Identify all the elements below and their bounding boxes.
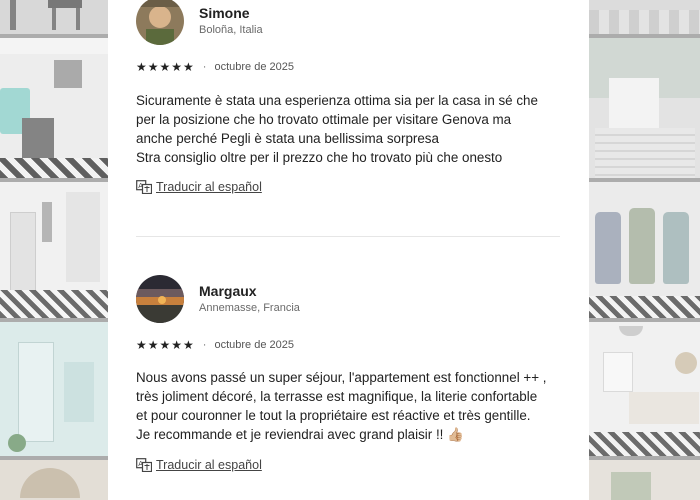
reviews-panel[interactable]: Simone Boloña, Italia ★★★★★ · octubre de… [108, 0, 589, 500]
reviewer-location: Annemasse, Francia [199, 302, 300, 314]
review-text-line: Stra consiglio oltre per il prezzo che h… [136, 150, 503, 165]
translate-icon: A [136, 180, 152, 194]
review-date: octubre de 2025 [214, 339, 294, 351]
translate-icon: A [136, 458, 152, 472]
avatar [136, 0, 184, 45]
translate-button[interactable]: A Traducir al español [136, 180, 262, 194]
reviewer-name: Simone [199, 5, 250, 21]
reviewer-location: Boloña, Italia [199, 24, 263, 36]
review-text-line: Nous avons passé un super séjour, l'appa… [136, 370, 547, 385]
review-text-line: et pour couronner le tout la propriétair… [136, 408, 531, 423]
separator: · [202, 61, 207, 73]
gallery-photo-toiletries [589, 182, 700, 318]
review-meta: ★★★★★ · octubre de 2025 [136, 338, 294, 352]
gallery-photo-staircase-top [589, 0, 700, 34]
gallery-photo-decor [0, 460, 108, 500]
gallery-photo-terrace-stairs [589, 38, 700, 178]
gallery-photo-hallway [0, 182, 108, 318]
reviewer-name: Margaux [199, 283, 257, 299]
translate-button[interactable]: A Traducir al español [136, 458, 262, 472]
review-date: octubre de 2025 [214, 61, 294, 73]
review-text: Sicuramente è stata una esperienza ottim… [136, 91, 566, 167]
star-icon: ★★★★★ [136, 60, 195, 74]
separator: · [202, 339, 207, 351]
review-text-line: Sicuramente è stata una esperienza ottim… [136, 93, 538, 108]
review-text-line: très joliment décoré, la terrasse est ma… [136, 389, 538, 404]
review-text: Nous avons passé un super séjour, l'appa… [136, 368, 566, 444]
translate-label: Traducir al español [156, 180, 262, 194]
review-text-line: anche perché Pegli è stata una bellissim… [136, 131, 439, 146]
gallery-photo-kitchen-chairs [0, 0, 108, 34]
review-text-line: Je recommande et je reviendrai avec gran… [136, 427, 464, 442]
star-icon: ★★★★★ [136, 338, 195, 352]
review-meta: ★★★★★ · octubre de 2025 [136, 60, 294, 74]
gallery-photo-bedroom [589, 322, 700, 456]
review-text-line: per la posizione che ho trovato ottimale… [136, 112, 512, 127]
avatar [136, 275, 184, 323]
translate-label: Traducir al español [156, 458, 262, 472]
gallery-photo-kitchen [0, 38, 108, 178]
gallery-photo-plant [589, 460, 700, 500]
gallery-photo-bathroom [0, 322, 108, 456]
review-divider [136, 236, 560, 237]
